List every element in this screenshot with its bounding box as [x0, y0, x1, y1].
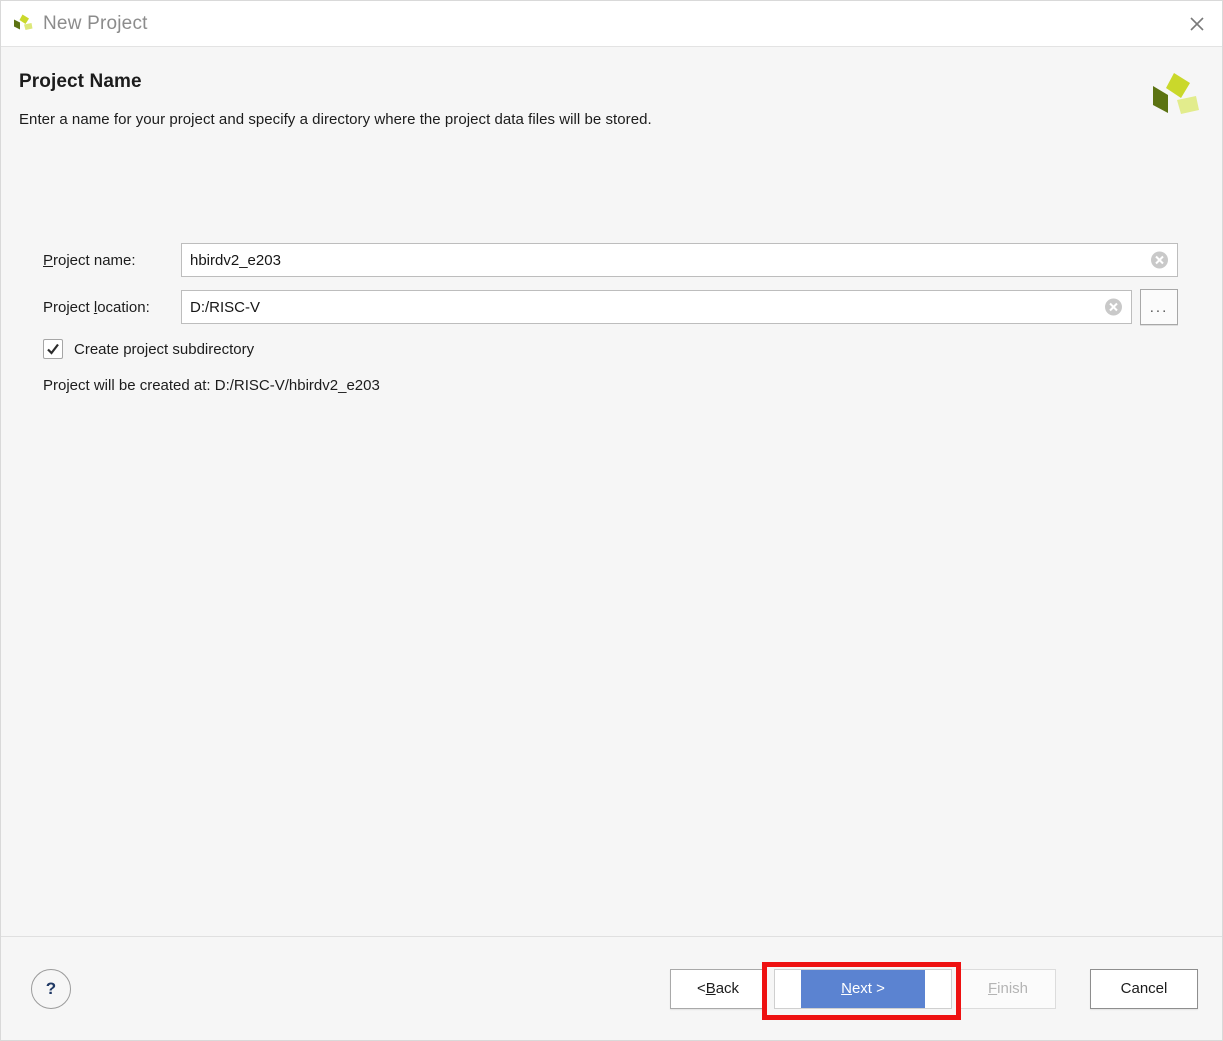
back-button-prefix: < — [696, 980, 706, 997]
browse-button[interactable]: ... — [1140, 289, 1178, 325]
project-location-row: Project location: D:/RISC-V ... — [43, 289, 1178, 325]
help-button[interactable]: ? — [31, 968, 71, 1009]
project-location-label-prefix: Project — [43, 298, 94, 316]
page-subtitle: Enter a name for your project and specif… — [19, 111, 652, 128]
back-button-label: ack — [715, 980, 740, 997]
project-location-label: Project location: — [43, 299, 181, 316]
finish-button-mnemonic: F — [987, 980, 998, 997]
button-bar: < Back Next > Finish Cancel — [670, 968, 1198, 1009]
cancel-button[interactable]: Cancel — [1090, 968, 1198, 1009]
dialog-body: Project Name Enter a name for your proje… — [1, 47, 1222, 936]
next-button-mnemonic: N — [841, 980, 852, 997]
project-name-input[interactable]: hbirdv2_e203 — [181, 243, 1178, 277]
question-mark-icon: ? — [45, 978, 57, 998]
finish-button: Finish — [960, 968, 1056, 1009]
header-area: Project Name Enter a name for your proje… — [1, 47, 1222, 128]
project-name-mnemonic: P — [43, 251, 54, 269]
form-area: Project name: hbirdv2_e203 Project locat… — [1, 243, 1222, 394]
project-location-input[interactable]: D:/RISC-V — [181, 290, 1132, 324]
project-name-label-text: roject name: — [53, 251, 136, 269]
clear-circle-icon[interactable] — [1150, 251, 1169, 270]
new-project-dialog: New Project Project Name Enter a name fo… — [0, 0, 1223, 1041]
clear-circle-icon[interactable] — [1104, 298, 1123, 317]
close-icon[interactable] — [1184, 11, 1210, 37]
back-button-mnemonic: B — [705, 980, 716, 997]
next-button[interactable]: Next > — [801, 969, 925, 1008]
next-button-label: ext > — [851, 980, 885, 997]
titlebar: New Project — [1, 1, 1222, 47]
create-subdirectory-label: Create project subdirectory — [74, 340, 255, 358]
create-subdirectory-row: Create project subdirectory — [43, 339, 1178, 359]
project-name-label: Project name: — [43, 252, 181, 269]
project-location-label-text: ocation: — [97, 298, 150, 316]
next-button-frame: Next > — [774, 968, 952, 1009]
finish-button-label: inish — [997, 980, 1029, 997]
window-title: New Project — [43, 12, 148, 34]
vivado-logo-icon — [1146, 69, 1202, 125]
project-name-value: hbirdv2_e203 — [190, 251, 281, 269]
page-title: Project Name — [19, 71, 142, 92]
checkmark-icon — [47, 343, 59, 355]
project-created-at-text: Project will be created at: D:/RISC-V/hb… — [43, 377, 380, 394]
footer: ? < Back Next > Finish Cancel — [1, 936, 1222, 1040]
create-subdirectory-checkbox[interactable] — [43, 339, 63, 359]
back-button[interactable]: < Back — [670, 968, 766, 1009]
project-location-value: D:/RISC-V — [190, 298, 261, 316]
vivado-logo-icon — [11, 12, 35, 36]
project-name-row: Project name: hbirdv2_e203 — [43, 243, 1178, 277]
